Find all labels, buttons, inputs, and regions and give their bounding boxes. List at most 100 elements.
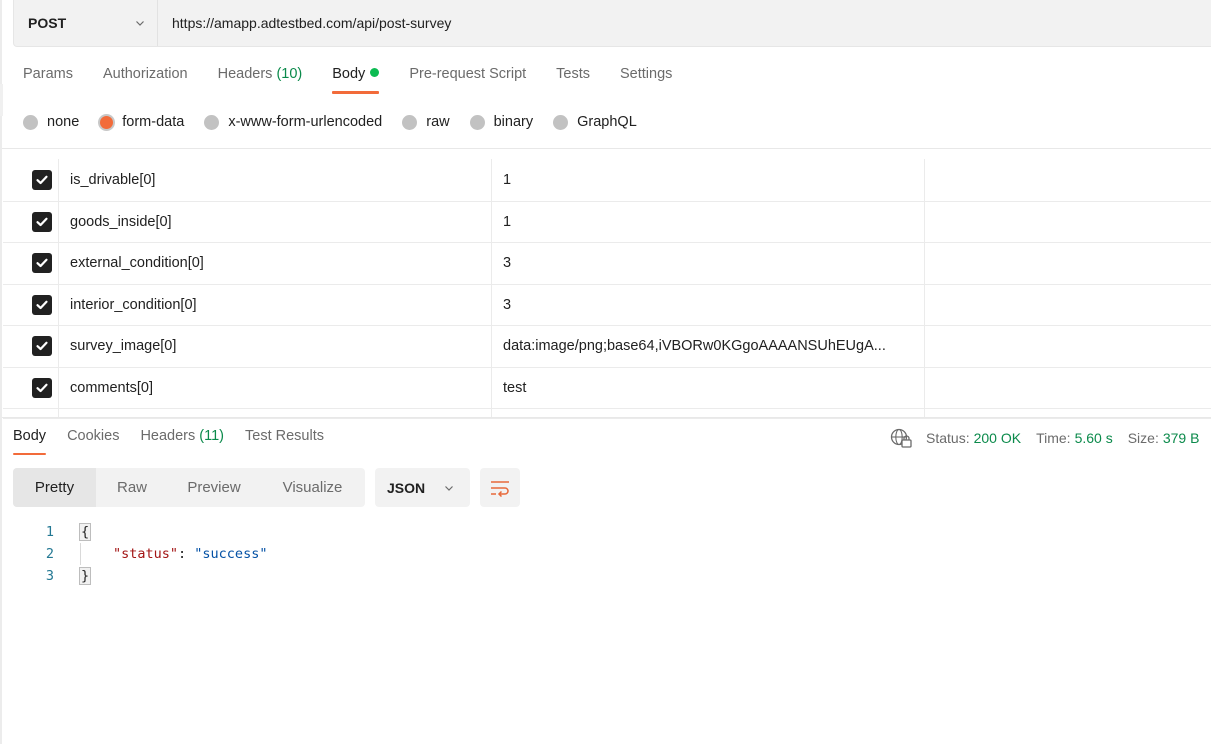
response-code-view[interactable]: 1 { 2 "status": "success" 3 } (0, 521, 268, 587)
description-cell[interactable] (925, 326, 1211, 367)
chevron-down-icon (445, 485, 453, 491)
body-indicator-dot (370, 68, 380, 77)
divider (2, 148, 1211, 149)
value-cell[interactable]: test (492, 367, 925, 408)
radio-none[interactable]: none (23, 114, 79, 130)
radio-label: raw (426, 114, 450, 130)
indent-guide (80, 543, 81, 565)
view-mode-label: Raw (116, 479, 147, 496)
row-checkbox[interactable] (32, 211, 52, 232)
key-cell[interactable]: interior_condition[0] (59, 284, 492, 325)
status-value[interactable]: 200 OK (974, 430, 1021, 446)
table-row: comments[0] test (3, 367, 1211, 409)
tab-response-headers[interactable]: Headers (11) (140, 428, 224, 455)
pane-divider[interactable] (2, 417, 1211, 418)
check-icon (36, 175, 48, 185)
code-line: 2 "status": "success" (0, 543, 268, 565)
format-select[interactable]: JSON (375, 468, 470, 507)
description-cell[interactable] (925, 285, 1211, 326)
tab-settings[interactable]: Settings (620, 66, 672, 94)
view-mode-label: Visualize (282, 479, 343, 496)
code-line: 3 } (0, 565, 92, 587)
tab-tests[interactable]: Tests (556, 66, 590, 94)
tab-cookies[interactable]: Cookies (67, 428, 119, 455)
radio-form-data[interactable]: form-data (99, 114, 184, 130)
size-label: Size: (1127, 430, 1159, 446)
key-cell[interactable]: comments[0] (59, 367, 492, 408)
radio-circle (402, 114, 418, 130)
size-value[interactable]: 379 B (1163, 430, 1200, 446)
url-text: https://amapp.adtestbed.com/api/post-sur… (172, 15, 452, 31)
table-row: external_condition[0] 3 (3, 243, 1211, 285)
row-checkbox[interactable] (32, 377, 52, 398)
method-label: POST (28, 15, 67, 31)
tab-params[interactable]: Params (23, 66, 73, 94)
key-text: survey_image[0] (70, 338, 177, 355)
key-text: goods_inside[0] (70, 213, 172, 230)
value-cell[interactable]: 3 (492, 243, 925, 284)
radio-circle (23, 114, 38, 130)
view-mode-segmented-control: Pretty Raw Preview Visualize (13, 468, 365, 507)
radio-circle (553, 114, 569, 130)
left-rail-notch (0, 84, 3, 116)
description-cell[interactable] (925, 368, 1211, 409)
radio-raw[interactable]: raw (402, 114, 450, 130)
body-type-radios: none form-data x-www-form-urlencoded raw… (23, 114, 657, 130)
view-mode-raw[interactable]: Raw (96, 468, 168, 507)
wrap-lines-button[interactable] (480, 468, 520, 507)
check-icon (36, 217, 48, 226)
tab-headers[interactable]: Headers (10) (218, 66, 303, 94)
row-checkbox[interactable] (32, 294, 52, 315)
table-row: goods_inside[0] 1 (3, 201, 1211, 243)
value-cell[interactable]: data:image/png;base64,iVBORw0KGgoAAAANSU… (492, 326, 925, 367)
globe-lock-icon[interactable] (890, 428, 912, 448)
value-cell[interactable]: 1 (492, 201, 925, 242)
radio-x-www-form-urlencoded[interactable]: x-www-form-urlencoded (204, 114, 382, 130)
url-input[interactable]: https://amapp.adtestbed.com/api/post-sur… (158, 0, 1211, 46)
description-cell[interactable] (925, 160, 1211, 201)
row-checkbox[interactable] (32, 170, 52, 191)
row-checkbox-cell (3, 284, 59, 325)
radio-graphql[interactable]: GraphQL (553, 114, 637, 130)
table-row: is_drivable[0] 1 (3, 160, 1211, 202)
tab-test-results[interactable]: Test Results (245, 428, 324, 455)
tab-label: Settings (620, 66, 673, 82)
response-tabs: Body Cookies Headers (11) Test Results (13, 428, 345, 455)
radio-circle-checked (100, 115, 114, 129)
close-brace: } (79, 567, 92, 585)
tab-label: Headers (217, 66, 273, 82)
method-select[interactable]: POST (14, 0, 158, 46)
tab-label: Test Results (245, 428, 324, 444)
key-cell[interactable]: goods_inside[0] (59, 201, 492, 242)
tab-authorization[interactable]: Authorization (103, 66, 188, 94)
check-icon (36, 383, 48, 392)
description-cell[interactable] (925, 202, 1211, 243)
key-cell[interactable]: is_drivable[0] (59, 160, 492, 201)
key-text: comments[0] (70, 379, 153, 396)
value-text: data:image/png;base64,iVBORw0KGgoAAAANSU… (503, 338, 886, 355)
description-cell[interactable] (925, 243, 1211, 284)
value-cell[interactable]: 3 (492, 284, 925, 325)
key-cell[interactable]: survey_image[0] (59, 326, 492, 367)
time-value[interactable]: 5.60 s (1075, 430, 1113, 446)
value-cell[interactable]: 1 (492, 160, 925, 201)
radio-binary[interactable]: binary (469, 114, 533, 130)
form-data-table: is_drivable[0] 1 goods_inside[0] 1 exter… (3, 159, 1211, 419)
view-mode-preview[interactable]: Preview (168, 468, 260, 507)
view-mode-visualize[interactable]: Visualize (260, 468, 365, 507)
chevron-down-icon (136, 21, 144, 26)
check-icon (36, 300, 48, 309)
status-label: Status: (926, 430, 970, 446)
row-checkbox[interactable] (32, 253, 52, 274)
line-number: 1 (45, 524, 54, 540)
view-mode-pretty[interactable]: Pretty (13, 468, 96, 507)
key-text: interior_condition[0] (70, 296, 197, 313)
row-checkbox[interactable] (32, 336, 52, 357)
tab-body[interactable]: Body (332, 66, 380, 94)
tab-response-body[interactable]: Body (13, 428, 47, 455)
tab-label: Params (23, 66, 73, 82)
key-cell[interactable]: external_condition[0] (59, 243, 492, 284)
check-icon (36, 341, 48, 351)
tab-pre-request-script[interactable]: Pre-request Script (409, 66, 526, 94)
tab-label: Cookies (67, 428, 120, 444)
